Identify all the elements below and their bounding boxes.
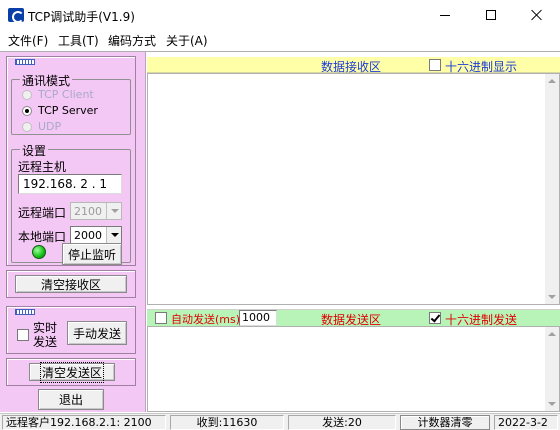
send-textarea[interactable] [147,326,560,412]
manual-send-button[interactable]: 手动发送 [67,321,127,345]
clear-receive-button[interactable]: 清空接收区 [15,275,127,293]
status-bar: 远程客户192.168.2.1: 2100 收到:11630 发送:20 计数器… [0,413,560,430]
status-client: 远程客户192.168.2.1: 2100 [2,415,166,430]
realtime-send-label: 实时 发送 [33,321,58,349]
scroll-down-icon[interactable] [548,293,556,301]
send-header: 自动发送(ms) 1000 数据发送区 十六进制发送 [147,309,560,327]
receive-scrollbar[interactable] [545,74,559,304]
radio-label: TCP Server [38,104,98,117]
clear-receive-label: 清空接收区 [40,277,101,292]
remote-host-input[interactable]: 192.168. 2 . 1 [18,174,122,194]
chevron-down-icon [106,227,121,243]
panel-grip-icon [15,59,35,65]
radio-udp[interactable]: UDP [22,120,61,133]
receive-header: 数据接收区 十六进制显示 [147,57,560,74]
clear-counter-button[interactable]: 计数器清零 [400,415,490,430]
scroll-down-icon[interactable] [548,400,556,408]
radio-tcp-client[interactable]: TCP Client [22,88,94,101]
settings-title: 设置 [20,142,49,159]
radio-tcp-server[interactable]: TCP Server [22,104,98,117]
comm-mode-group: 通讯模式 TCP Client TCP Server UDP [11,72,131,135]
menu-about[interactable]: 关于(A) [166,32,208,49]
panel-grip-icon [15,309,35,315]
app-logo-icon [8,8,24,23]
remote-port-value: 2100 [74,205,102,218]
auto-send-label: 自动发送(ms) [171,313,241,326]
radio-circle-icon [22,89,32,100]
listening-status-led [32,245,46,259]
send-scrollbar[interactable] [545,327,559,411]
manual-send-label: 手动发送 [72,326,121,341]
clear-receive-frame: 清空接收区 [6,270,136,298]
hex-send-checkbox[interactable] [429,312,441,324]
maximize-icon [486,10,496,20]
close-icon [531,9,543,21]
remote-host-label: 远程主机 [18,160,67,174]
comm-mode-title: 通讯模式 [20,72,73,89]
local-port-label: 本地端口 [18,230,67,244]
scroll-up-icon[interactable] [548,330,556,338]
window-title: TCP调试助手(V1.9) [28,10,135,24]
hex-display-checkbox[interactable] [429,59,441,71]
exit-label: 退出 [58,393,83,407]
stop-listen-label: 停止监听 [67,247,116,262]
status-sent: 发送:20 [288,415,396,430]
radio-label: UDP [38,120,62,133]
chevron-down-icon [106,203,121,219]
remote-port-select[interactable]: 2100 [70,202,122,220]
radio-selected-icon [22,105,32,116]
clear-send-frame: 清空发送区 [6,358,136,386]
local-port-value: 2000 [74,229,102,242]
minimize-icon [440,14,450,16]
menu-tools[interactable]: 工具(T) [58,32,99,49]
status-received: 收到:11630 [170,415,284,430]
stop-listen-button[interactable]: 停止监听 [62,243,122,265]
realtime-send-checkbox[interactable] [17,329,29,341]
auto-send-interval-input[interactable]: 1000 [239,310,277,326]
close-button[interactable] [514,0,560,30]
clear-send-button[interactable]: 清空发送区 [29,361,115,383]
menu-encoding[interactable]: 编码方式 [108,32,156,49]
left-control-panel: 通讯模式 TCP Client TCP Server UDP 设置 远程主机 1… [0,52,146,412]
scroll-up-icon[interactable] [548,77,556,85]
status-date: 2022-3-2 [494,415,558,430]
radio-label: TCP Client [38,88,94,101]
menu-bar: 文件(F) 工具(T) 编码方式 关于(A) [0,30,560,50]
auto-send-checkbox[interactable] [155,312,167,324]
minimize-button[interactable] [422,0,468,30]
radio-circle-icon [22,121,32,132]
local-port-select[interactable]: 2000 [70,226,122,244]
exit-button[interactable]: 退出 [38,389,104,410]
clear-send-label: 清空发送区 [39,361,105,383]
menu-file[interactable]: 文件(F) [8,32,48,49]
maximize-button[interactable] [468,0,514,30]
settings-frame: 通讯模式 TCP Client TCP Server UDP 设置 远程主机 1… [6,56,136,266]
receive-textarea[interactable] [147,73,560,305]
remote-port-label: 远程端口 [18,206,67,220]
title-bar: TCP调试助手(V1.9) [0,0,560,30]
send-control-frame: 实时 发送 手动发送 [6,306,136,354]
